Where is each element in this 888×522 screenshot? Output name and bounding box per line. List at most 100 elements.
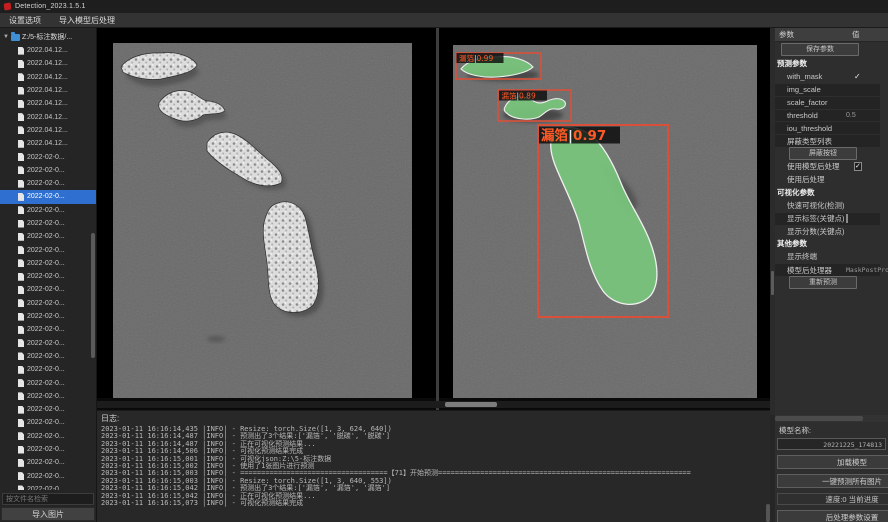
tree-item[interactable]: 2022-02-0... — [0, 177, 96, 190]
model-name-field[interactable]: 20221225_174813 — [777, 438, 886, 450]
param-row-threshold[interactable]: threshold0.5 — [775, 109, 880, 122]
checkbox-show-label-keypoint[interactable] — [846, 214, 848, 223]
tree-scrollbar[interactable] — [91, 233, 95, 358]
re-predict-button[interactable]: 重新预测 — [789, 276, 857, 289]
file-icon — [18, 379, 24, 387]
params-scrollbar-handle[interactable] — [771, 271, 774, 295]
checkmark-icon: ✓ — [854, 72, 861, 81]
param-row-img-scale[interactable]: img_scale — [775, 83, 880, 96]
tree-item[interactable]: 2022-02-0... — [0, 483, 96, 490]
file-icon — [18, 220, 24, 228]
prediction-image-viewport[interactable]: 漏箔|0.99 漏箔|0.89 漏箔 — [439, 28, 770, 398]
tree-root-label: Z:/5-标注数据/... — [22, 32, 72, 42]
param-label: 使用模型后处理 — [787, 161, 854, 172]
file-icon — [18, 180, 24, 188]
tree-item[interactable]: 2022.04.12... — [0, 137, 96, 150]
log-panel: 日志: 2023-01-11 16:16:14,435 |INFO| - Res… — [97, 410, 770, 522]
load-model-button[interactable]: 加载模型 — [777, 455, 888, 469]
tree-item[interactable]: 2022-02-0... — [0, 337, 96, 350]
tree-item[interactable]: 2022-02-0... — [0, 376, 96, 389]
tree-item[interactable]: 2022-02-0... — [0, 217, 96, 230]
tree-item[interactable]: 2022-02-0... — [0, 350, 96, 363]
tree-item-label: 2022.04.12... — [27, 87, 68, 94]
detection-label-1: 漏箔|0.99 — [457, 53, 504, 63]
tree-item[interactable]: 2022-02-0... — [0, 243, 96, 256]
file-icon — [18, 166, 24, 174]
model-panel-scrollbar-handle[interactable] — [775, 416, 863, 421]
postprocess-settings-button[interactable]: 后处理参数设置 — [777, 510, 888, 522]
param-row-show-score-keypoint[interactable]: 显示分数(关键点) — [775, 225, 888, 238]
tree-item[interactable]: 2022-02-0... — [0, 403, 96, 416]
source-image-viewport[interactable] — [97, 28, 436, 398]
param-row-show-label-keypoint[interactable]: 显示标签(关键点) — [775, 212, 880, 225]
menu-item-settings[interactable]: 设置选项 — [0, 13, 50, 28]
viewer-scrollbar-handle[interactable] — [445, 402, 497, 407]
param-row-with-mask[interactable]: with_mask✓ — [775, 70, 888, 83]
param-row-iou-threshold[interactable]: iou_threshold — [775, 121, 880, 134]
checkbox-use-model-postprocess[interactable]: ✓ — [854, 162, 862, 171]
block-button-button[interactable]: 屏蔽按钮 — [789, 147, 857, 160]
tree-item-label: 2022-02-0... — [27, 300, 65, 307]
param-row-use-postprocess[interactable]: 使用后处理 — [775, 173, 888, 186]
tree-item[interactable]: 2022-02-0... — [0, 283, 96, 296]
tree-item[interactable]: 2022-02-0... — [0, 270, 96, 283]
tree-expand-arrow-icon[interactable]: ▼ — [3, 34, 9, 40]
tree-item[interactable]: 2022-02-0... — [0, 257, 96, 270]
file-icon — [18, 286, 24, 294]
tree-item[interactable]: 2022-02-0... — [0, 310, 96, 323]
window-title: Detection_2023.1.5.1 — [15, 3, 86, 10]
file-icon — [18, 246, 24, 254]
param-row-use-model-postprocess[interactable]: 使用模型后处理✓ — [775, 160, 888, 173]
svg-text:漏箔|0.89: 漏箔|0.89 — [502, 91, 536, 101]
tree-item[interactable]: 2022.04.12... — [0, 84, 96, 97]
save-params-button[interactable]: 保存参数 — [781, 43, 859, 56]
param-label: 使用后处理 — [787, 174, 854, 185]
tree-item[interactable]: 2022-02-0... — [0, 150, 96, 163]
predict-all-button[interactable]: 一键预测所有图片 — [777, 474, 888, 488]
param-row-model-postprocessor[interactable]: 模型后处理器MaskPostPro — [775, 263, 880, 276]
param-row-block-button: 屏蔽按钮 — [775, 147, 888, 160]
param-row-block-type-list[interactable]: 屏蔽类型列表 — [775, 134, 880, 147]
tree-item[interactable]: 2022-02-0... — [0, 416, 96, 429]
param-label: 快速可视化(检测) — [787, 200, 854, 211]
svg-text:漏箔|0.97: 漏箔|0.97 — [541, 127, 606, 144]
tree-item[interactable]: 2022-02-0... — [0, 456, 96, 469]
tree-item[interactable]: 2022.04.12... — [0, 97, 96, 110]
param-label: iou_threshold — [787, 124, 846, 133]
param-rows: 预测参数with_mask✓img_scalescale_factorthres… — [775, 57, 888, 289]
file-icon — [18, 472, 24, 480]
tree-item[interactable]: 2022.04.12... — [0, 44, 96, 57]
param-label: 模型后处理器 — [787, 265, 846, 276]
tree-item[interactable]: 2022-02-0... — [0, 230, 96, 243]
tree-item[interactable]: 2022.04.12... — [0, 124, 96, 137]
param-row-scale-factor[interactable]: scale_factor — [775, 96, 880, 109]
tree-item[interactable]: 2022-02-0... — [0, 390, 96, 403]
tree-root-node[interactable]: ▼ Z:/5-标注数据/... — [0, 30, 96, 44]
menu-item-import-model-postprocess[interactable]: 导入模型后处理 — [50, 13, 124, 28]
import-images-button[interactable]: 导入图片 — [1, 507, 95, 521]
menu-bar: 设置选项 导入模型后处理 — [0, 13, 888, 28]
tree-item[interactable]: 2022.04.12... — [0, 110, 96, 123]
tree-item-label: 2022-02-0... — [27, 207, 65, 214]
param-row-fast-visualization[interactable]: 快速可视化(检测) — [775, 199, 888, 212]
tree-item[interactable]: 2022-02-0... — [0, 164, 96, 177]
model-panel: 模型名称: 20221225_174813 加载模型 一键预测所有图片 速度:0… — [775, 415, 888, 522]
tree-item[interactable]: 2022-02-0... — [0, 204, 96, 217]
file-icon — [18, 113, 24, 121]
search-input[interactable] — [2, 493, 94, 505]
tree-item-label: 2022-02-0... — [27, 167, 65, 174]
model-panel-scrollbar-track[interactable] — [775, 415, 888, 422]
tree-item[interactable]: 2022-02-0... — [0, 470, 96, 483]
tree-item[interactable]: 2022-02-0... — [0, 443, 96, 456]
tree-item[interactable]: 2022-02-0... — [0, 430, 96, 443]
tree-item[interactable]: 2022.04.12... — [0, 57, 96, 70]
param-row-show-terminal[interactable]: 显示终端 — [775, 250, 888, 263]
viewer-horizontal-scrollbar[interactable] — [97, 401, 770, 408]
tree-item[interactable]: 2022-02-0... — [0, 323, 96, 336]
tree-item[interactable]: 2022-02-0... — [0, 363, 96, 376]
model-name-label: 模型名称: — [775, 422, 888, 438]
tree-item[interactable]: 2022-02-0... — [0, 190, 96, 203]
tree-item[interactable]: 2022-02-0... — [0, 297, 96, 310]
tree-item[interactable]: 2022.04.12... — [0, 71, 96, 84]
log-scrollbar[interactable] — [766, 504, 770, 522]
